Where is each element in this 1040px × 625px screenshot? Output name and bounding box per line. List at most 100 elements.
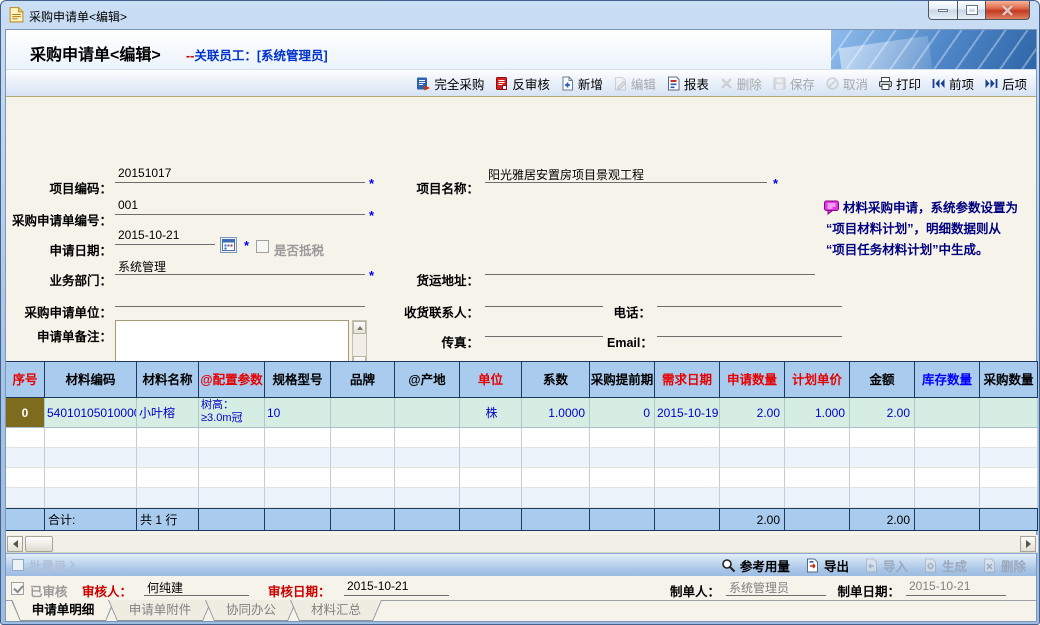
tab-request-attachment[interactable]: 申请单附件 [108,600,212,621]
col-header-demand-date[interactable]: 需求日期 [655,362,720,398]
origin-cell[interactable] [395,398,460,428]
scrollbar-thumb[interactable] [25,536,53,552]
cancel-button[interactable]: 取消 [820,72,873,95]
totals-row: 合计: 共 1 行 2.00 2.00 [6,508,1038,531]
request-date-label: 申请日期： [6,240,112,259]
col-header-plan-price[interactable]: 计划单价 [785,362,850,398]
anti-audit-button[interactable]: 反审核 [489,72,555,95]
col-header-material-code[interactable]: 材料编码 [45,362,137,398]
plan-price-cell[interactable]: 1.000 [785,398,850,428]
window-title: 采购申请单<编辑> [29,8,127,25]
phone-field[interactable] [657,290,842,307]
totals-request-qty: 2.00 [720,508,785,531]
grid-horizontal-scrollbar[interactable] [6,535,1038,553]
tab-request-detail[interactable]: 申请单明细 [11,600,115,621]
complete-purchase-button[interactable]: 完全采购 [411,72,489,95]
request-no-field[interactable]: 001 [115,198,365,215]
save-button[interactable]: 保存 [767,72,820,95]
new-button[interactable]: 新增 [555,72,608,95]
save-icon [772,76,787,91]
system-note: 材料采购申请，系统参数设置为 “项目材料计划”，明细数据则从 “项目任务材料计划… [824,198,1034,261]
print-button[interactable]: 打印 [873,72,926,95]
tab-material-summary[interactable]: 材料汇总 [290,600,382,621]
col-header-spec[interactable]: 规格型号 [265,362,331,398]
col-header-unit[interactable]: 单位 [460,362,522,398]
status-row: 已审核 审核人： 何纯建 审核日期： 2015-10-21 制单人： 系统管理员… [6,576,1036,600]
tax-deduct-checkbox[interactable] [256,240,269,253]
minimize-button[interactable] [928,1,958,20]
fax-field[interactable] [485,320,603,337]
import-button[interactable]: 导入 [864,556,908,575]
col-header-coefficient[interactable]: 系数 [522,362,590,398]
maximize-button[interactable] [957,1,986,20]
scroll-left-button[interactable] [7,536,23,552]
scroll-up-icon[interactable] [353,321,366,334]
delete-button[interactable]: 删除 [714,72,767,95]
empty-table-row[interactable] [6,488,1038,508]
export-button[interactable]: 导出 [805,556,849,575]
totals-row-count: 共 1 行 [137,508,199,531]
col-header-purchase-qty[interactable]: 采购数量 [980,362,1038,398]
material-name-cell[interactable]: 小叶榕 [137,398,199,428]
project-name-field[interactable]: 阳光雅居安置房项目景观工程 [485,166,767,183]
purchase-qty-cell[interactable] [980,398,1038,428]
scroll-right-button[interactable] [1020,536,1036,552]
lead-time-cell[interactable]: 0 [590,398,655,428]
col-header-material-name[interactable]: 材料名称 [137,362,199,398]
prev-item-button[interactable]: 前项 [926,72,979,95]
next-item-button[interactable]: 后项 [979,72,1032,95]
spec-cell[interactable]: 10 [265,398,331,428]
table-row[interactable]: 0 540101050100007 小叶榕 树高：≥3.0m冠 10 株 1.0… [6,398,1038,428]
receiver-field[interactable] [485,290,603,307]
empty-table-row[interactable] [6,448,1038,468]
unit-cell[interactable]: 株 [460,398,522,428]
coefficient-cell[interactable]: 1.0000 [522,398,590,428]
report-button[interactable]: 报表 [661,72,714,95]
report-icon [666,76,681,91]
department-field[interactable]: 系统管理 [115,258,365,275]
row-delete-button[interactable]: 删除 [982,556,1026,575]
empty-table-row[interactable] [6,428,1038,448]
close-button[interactable] [985,1,1030,20]
audit-date-field[interactable]: 2015-10-21 [344,579,449,596]
project-code-field[interactable]: 20151017 [115,166,365,183]
maker-field: 系统管理员 [726,579,826,596]
shipping-address-field[interactable] [485,258,815,275]
window-document-icon [8,6,25,23]
col-header-config-param[interactable]: @配置参数 [199,362,265,398]
email-field[interactable] [657,320,842,337]
audited-checkbox[interactable] [11,582,24,595]
generate-button[interactable]: 生成 [923,556,967,575]
col-header-request-qty[interactable]: 申请数量 [720,362,785,398]
auditor-field[interactable]: 何纯建 [144,579,249,596]
row-delete-icon [982,558,997,573]
col-header-amount[interactable]: 金额 [850,362,915,398]
grid-header-row: 序号 材料编码 材料名称 @配置参数 规格型号 品牌 @产地 单位 系数 采购提… [6,362,1038,398]
row-index-cell[interactable]: 0 [6,398,45,428]
demand-date-cell[interactable]: 2015-10-19 [655,398,720,428]
col-header-lead-time[interactable]: 采购提前期 [590,362,655,398]
required-star: * [369,268,374,283]
batch-entry-checkbox[interactable] [12,559,24,571]
material-code-cell[interactable]: 540101050100007 [45,398,137,428]
col-header-index[interactable]: 序号 [6,362,45,398]
calendar-picker-button[interactable] [220,237,237,253]
config-param-cell[interactable]: 树高：≥3.0m冠 [201,398,264,425]
new-doc-icon [560,76,575,91]
request-qty-cell[interactable]: 2.00 [720,398,785,428]
request-unit-field[interactable] [115,290,365,307]
brand-cell[interactable] [331,398,395,428]
col-header-stock-qty[interactable]: 库存数量 [915,362,980,398]
amount-cell[interactable]: 2.00 [850,398,915,428]
edit-button[interactable]: 编辑 [608,72,661,95]
batch-entry-toggle[interactable]: 批量录入 [12,556,79,575]
empty-table-row[interactable] [6,468,1038,488]
reference-usage-button[interactable]: 参考用量 [721,556,790,575]
request-date-field[interactable]: 2015-10-21 [115,228,215,245]
col-header-brand[interactable]: 品牌 [331,362,395,398]
tab-collaboration[interactable]: 协同办公 [205,600,297,621]
col-header-origin[interactable]: @产地 [395,362,460,398]
magnifier-icon [721,558,736,573]
scroll-right-icon [1026,540,1031,548]
stock-qty-cell[interactable] [915,398,980,428]
